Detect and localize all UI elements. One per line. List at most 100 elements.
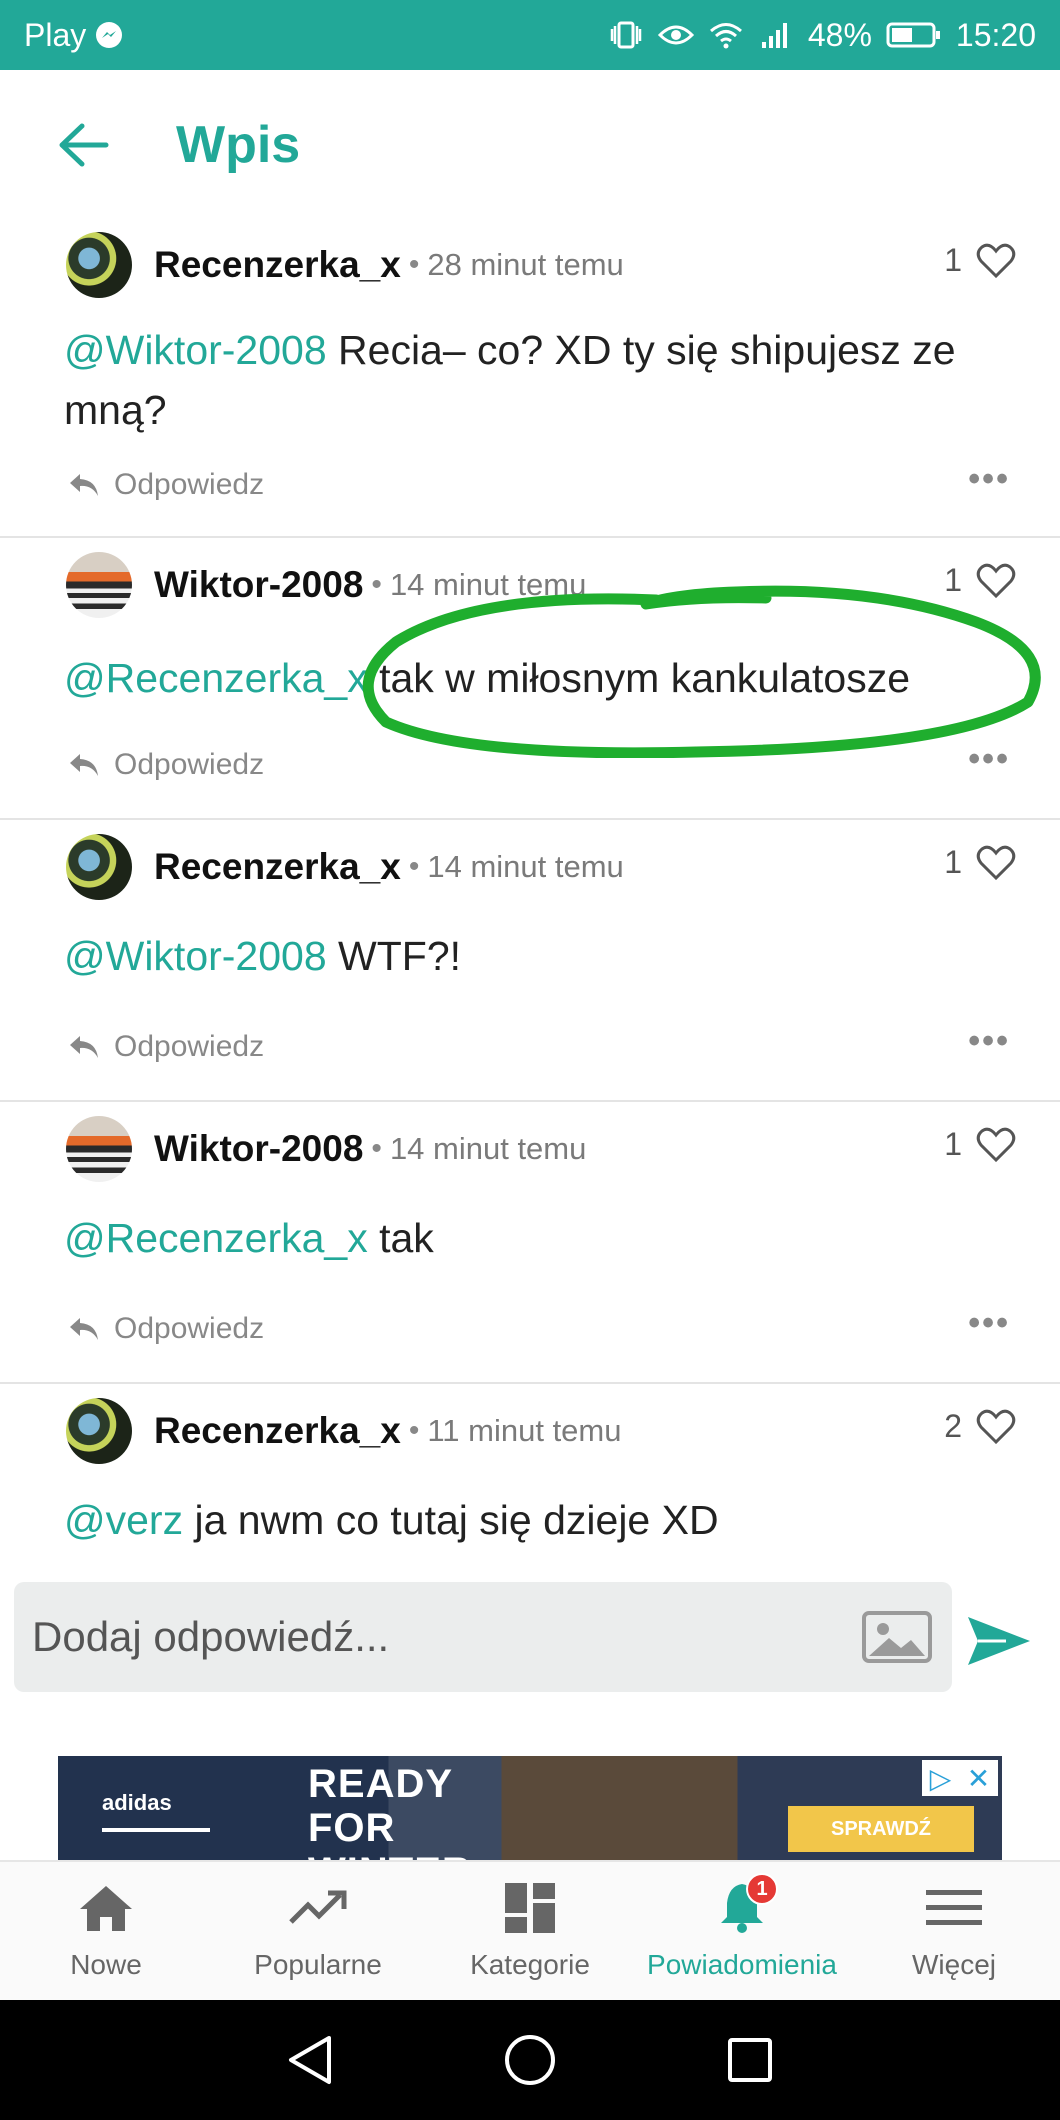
battery-icon (886, 21, 942, 49)
user-mention[interactable]: @Recenzerka_x (64, 655, 368, 701)
comment-author[interactable]: Recenzerka_x (154, 1410, 401, 1452)
user-mention[interactable]: @Wiktor-2008 (64, 327, 327, 373)
reply-button[interactable]: Odpowiedz (68, 1030, 264, 1064)
like-count: 1 (944, 242, 962, 278)
comment-author[interactable]: Recenzerka_x (154, 244, 401, 286)
back-button[interactable] (38, 100, 128, 190)
heart-icon (976, 563, 1016, 598)
ad-headline: READY FOR WINTER (308, 1762, 471, 1860)
comment-item: Wiktor-2008 • 14 minut temu 1 @Recenzerk… (0, 1102, 1060, 1384)
reply-icon (70, 474, 98, 496)
reply-button[interactable]: Odpowiedz (68, 468, 264, 502)
comment-text: @verz ja nwm co tutaj się dzieje XD (64, 1497, 719, 1543)
wiktor-avatar[interactable] (66, 1116, 132, 1182)
wifi-icon (708, 20, 744, 50)
more-options-button[interactable]: ••• (968, 1304, 1010, 1343)
app-header: Wpis (0, 70, 1060, 220)
like-button[interactable]: 1 (944, 844, 1016, 881)
heart-icon (976, 1409, 1016, 1444)
comment-item: Recenzerka_x • 28 minut temu 1 @Wiktor-2… (0, 220, 1060, 538)
like-button[interactable]: 2 (944, 1408, 1016, 1445)
categories-icon (500, 1881, 560, 1935)
comment-feed[interactable]: Recenzerka_x • 28 minut temu 1 @Wiktor-2… (0, 220, 1060, 1560)
battery-percent: 48% (807, 16, 872, 53)
bell-icon: 1 (712, 1873, 778, 1935)
status-bar: Play 48% 15:20 (0, 0, 1060, 70)
recenzerka-avatar[interactable] (66, 834, 132, 900)
reply-icon (70, 1036, 98, 1058)
home-icon (76, 1881, 136, 1935)
system-recents-button[interactable] (720, 2030, 780, 2090)
image-icon (862, 1611, 932, 1663)
nav-item-kategorie[interactable]: Kategorie (424, 1862, 636, 2000)
arrow-left-icon (59, 123, 109, 167)
adidas-logo: adidas (102, 1790, 172, 1815)
more-options-button[interactable]: ••• (968, 740, 1010, 779)
reply-input[interactable]: Dodaj odpowiedź... (14, 1582, 952, 1692)
like-count: 2 (944, 1408, 962, 1444)
comment-text: @Wiktor-2008 Recia– co? XD ty się shipuj… (64, 327, 956, 433)
heart-icon (976, 845, 1016, 880)
like-count: 1 (944, 844, 962, 880)
like-count: 1 (944, 562, 962, 598)
ad-banner[interactable]: adidas READY FOR WINTER SPRAWDŹ ▷ ✕ (58, 1756, 1002, 1860)
comment-header: Wiktor-2008 • 14 minut temu (66, 1114, 586, 1184)
system-back-button[interactable] (280, 2030, 340, 2090)
wiktor-avatar[interactable] (66, 552, 132, 618)
comment-header: Recenzerka_x • 28 minut temu (66, 230, 624, 300)
circle-home-icon (505, 2035, 555, 2085)
more-options-button[interactable]: ••• (968, 1022, 1010, 1061)
nav-item-wiecej[interactable]: Więcej (848, 1862, 1060, 2000)
user-mention[interactable]: @Recenzerka_x (64, 1215, 368, 1261)
comment-header: Recenzerka_x • 14 minut temu (66, 832, 624, 902)
send-button[interactable] (960, 1602, 1038, 1680)
vibrate-icon (608, 20, 644, 50)
notification-badge: 1 (746, 1873, 778, 1905)
close-icon[interactable]: ✕ (967, 1762, 990, 1795)
like-count: 1 (944, 1126, 962, 1162)
comment-item: Recenzerka_x • 11 minut temu 2 @verz ja … (0, 1384, 1060, 1560)
comment-time: 14 minut temu (427, 849, 624, 884)
comment-author[interactable]: Wiktor-2008 (154, 564, 363, 606)
ad-choices-icon[interactable]: ▷ ✕ (922, 1760, 998, 1796)
clock: 15:20 (955, 16, 1036, 53)
comment-author[interactable]: Wiktor-2008 (154, 1128, 363, 1170)
reply-placeholder: Dodaj odpowiedź... (32, 1613, 390, 1660)
like-button[interactable]: 1 (944, 1126, 1016, 1163)
recenzerka-avatar[interactable] (66, 1398, 132, 1464)
heart-icon (976, 1127, 1016, 1162)
nav-item-nowe[interactable]: Nowe (0, 1862, 212, 2000)
comment-header: Wiktor-2008 • 14 minut temu (66, 550, 586, 620)
comment-time: 14 minut temu (389, 1131, 587, 1166)
reply-bar: Dodaj odpowiedź... (0, 1560, 1060, 1692)
send-icon (968, 1617, 1030, 1665)
carrier-label: Play (24, 16, 87, 53)
system-navigation-bar (0, 2000, 1060, 2120)
ad-cta-button[interactable]: SPRAWDŹ (788, 1806, 974, 1852)
reply-button[interactable]: Odpowiedz (68, 1312, 264, 1346)
user-mention[interactable]: @verz (64, 1497, 183, 1543)
comment-time: 28 minut temu (427, 247, 624, 282)
bottom-navigation: Nowe Popularne Kategorie 1 Powiadomienia… (0, 1860, 1060, 2000)
reply-button[interactable]: Odpowiedz (68, 748, 264, 782)
like-button[interactable]: 1 (944, 562, 1016, 599)
comment-item: Wiktor-2008 • 14 minut temu 1 @Recenzerk… (0, 538, 1060, 820)
user-mention[interactable]: @Wiktor-2008 (64, 933, 327, 979)
comment-text: @Recenzerka_x tak w miłosnym kankulatosz… (64, 655, 911, 701)
recenzerka-avatar[interactable] (66, 232, 132, 298)
like-button[interactable]: 1 (944, 242, 1016, 279)
messenger-icon (94, 20, 124, 50)
nav-item-popularne[interactable]: Popularne (212, 1862, 424, 2000)
trending-icon (288, 1881, 348, 1935)
reply-icon (70, 754, 98, 776)
triangle-back-icon (289, 2036, 331, 2084)
comment-time: 11 minut temu (427, 1413, 622, 1448)
comment-header: Recenzerka_x • 11 minut temu (66, 1396, 622, 1466)
more-options-button[interactable]: ••• (968, 460, 1010, 499)
system-home-button[interactable] (500, 2030, 560, 2090)
signal-icon (758, 20, 794, 50)
comment-time: 14 minut temu (389, 567, 587, 602)
nav-item-powiadomienia[interactable]: 1 Powiadomienia (636, 1862, 848, 2000)
attach-image-button[interactable] (860, 1608, 934, 1666)
comment-author[interactable]: Recenzerka_x (154, 846, 401, 888)
